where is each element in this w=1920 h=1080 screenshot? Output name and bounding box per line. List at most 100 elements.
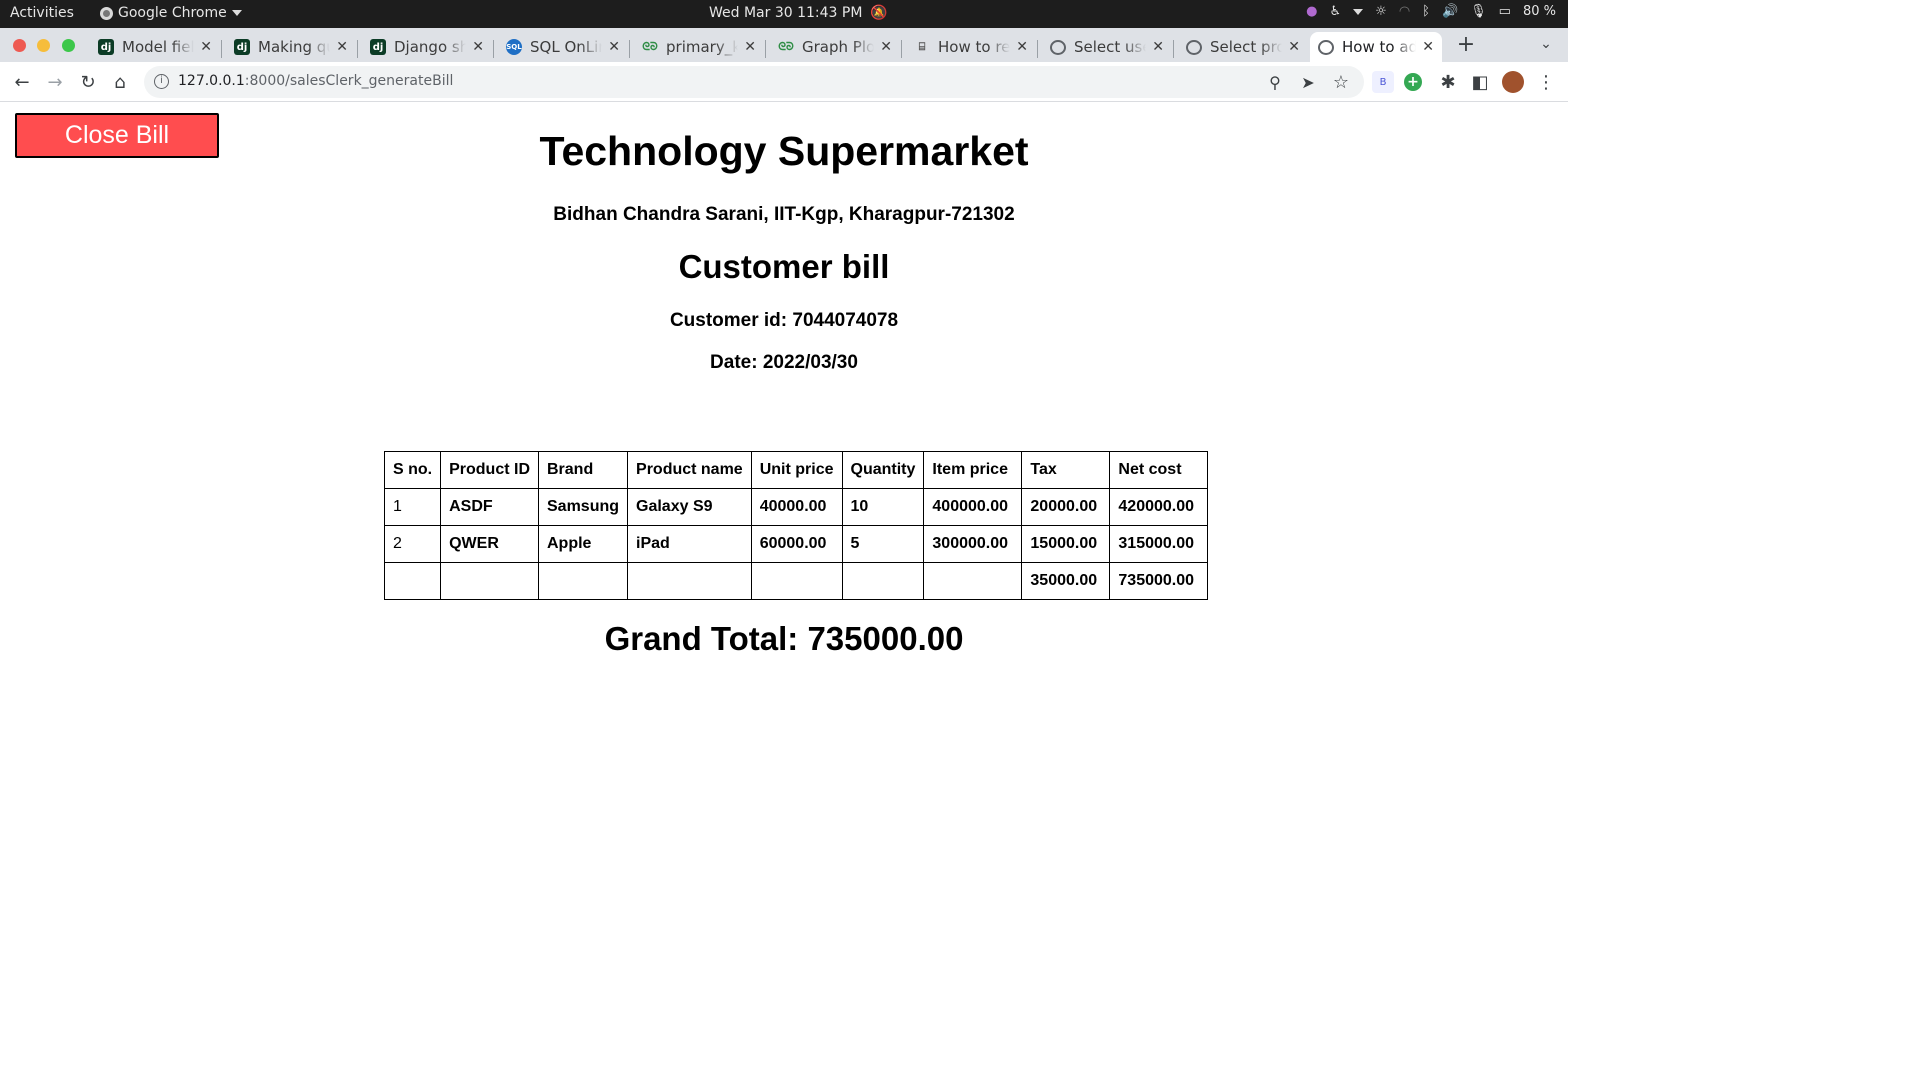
close-icon[interactable]: ✕	[472, 39, 484, 55]
table-cell: 40000.00	[750, 488, 843, 526]
table-cell: 10	[841, 488, 925, 526]
grand-total: Grand Total: 735000.00	[604, 620, 964, 657]
window-close-button[interactable]	[13, 39, 26, 52]
table-cell: Galaxy S9	[627, 488, 752, 526]
close-icon[interactable]: ✕	[336, 39, 348, 55]
site-info-icon[interactable]: i	[154, 74, 169, 89]
table-cell: 15000.00	[1021, 525, 1111, 563]
system-tray[interactable]: ● ♿ ☼ ◠ ᛒ 🔊 🎙 ▭ 80 %	[1306, 4, 1556, 19]
table-cell: Samsung	[537, 488, 629, 526]
side-panel-icon[interactable]: ◧	[1469, 71, 1491, 93]
globe-icon	[1050, 39, 1066, 55]
sql-icon: SQL	[506, 39, 522, 55]
table-cell: 300000.00	[923, 525, 1023, 563]
bookmark-star-icon[interactable]: ☆	[1330, 71, 1352, 93]
table-row: 1 ASDF Samsung Galaxy S9 40000.00 10 400…	[383, 488, 1209, 526]
close-icon[interactable]: ✕	[744, 39, 756, 55]
tab-django-shell[interactable]: dj Django sh ✕	[362, 32, 492, 62]
close-icon[interactable]: ✕	[1288, 39, 1300, 55]
extension-b-icon[interactable]: B	[1372, 71, 1394, 93]
page-content: Close Bill Technology Supermarket Bidhan…	[0, 102, 1568, 882]
notifications-off-icon: 🔕	[870, 5, 888, 21]
tab-divider	[357, 40, 358, 58]
address-bar[interactable]: i 127.0.0.1:8000/salesClerk_generateBill…	[144, 66, 1364, 98]
store-address: Bidhan Chandra Sarani, IIT-Kgp, Kharagpu…	[553, 204, 1015, 225]
table-cell: 420000.00	[1109, 488, 1209, 526]
column-header: Item price	[923, 451, 1023, 489]
datetime-text: Wed Mar 30 11:43 PM	[709, 5, 863, 21]
bill-date: Date: 2022/03/30	[710, 352, 858, 373]
tab-title: Select pro	[1210, 38, 1283, 56]
table-cell: 1	[383, 488, 442, 526]
tab-graph-plot[interactable]: ᘓᘐ Graph Plo ✕	[770, 32, 900, 62]
table-totals-row: 35000.00 735000.00	[383, 562, 1209, 600]
tab-how-to-re[interactable]: ⌸ How to re ✕	[906, 32, 1036, 62]
reload-button[interactable]: ↻	[77, 71, 99, 93]
tab-making-queries[interactable]: dj Making qu ✕	[226, 32, 356, 62]
table-row: 2 QWER Apple iPad 60000.00 5 300000.00 1…	[383, 525, 1209, 563]
send-to-device-icon[interactable]: ➤	[1297, 71, 1319, 93]
table-cell: 2	[383, 525, 442, 563]
table-cell	[841, 562, 925, 600]
table-cell: iPad	[627, 525, 752, 563]
chrome-icon	[100, 6, 113, 20]
bluetooth-icon: ᛒ	[1422, 4, 1430, 19]
tab-how-to-ad-active[interactable]: How to ad ✕	[1310, 32, 1442, 62]
tab-model-field[interactable]: dj Model fiel ✕	[90, 32, 220, 62]
tab-sql-online[interactable]: SQL SQL OnLin ✕	[498, 32, 628, 62]
tab-select-pro[interactable]: Select pro ✕	[1178, 32, 1308, 62]
extensions-puzzle-icon[interactable]: ✱	[1437, 71, 1459, 93]
table-cell: ASDF	[440, 488, 539, 526]
tab-search-button[interactable]: ⌄	[1535, 33, 1557, 55]
chart-icon: ⌸	[918, 40, 926, 53]
column-header: Brand	[537, 451, 629, 489]
home-button[interactable]: ⌂	[109, 71, 131, 93]
accessibility-icon: ♿	[1329, 4, 1342, 19]
close-icon[interactable]: ✕	[608, 39, 620, 55]
store-name: Technology Supermarket	[539, 128, 1029, 174]
column-header: Product name	[627, 451, 752, 489]
table-cell	[627, 562, 752, 600]
zoom-icon[interactable]: ⚲	[1264, 71, 1286, 93]
close-icon[interactable]: ✕	[1016, 39, 1028, 55]
activities-button[interactable]: Activities	[10, 5, 74, 21]
extension-plus-icon[interactable]: +	[1404, 73, 1422, 91]
new-tab-button[interactable]: +	[1455, 32, 1477, 57]
table-cell	[750, 562, 843, 600]
bill-table: S no. Product ID Brand Product name Unit…	[383, 451, 1209, 600]
table-cell	[440, 562, 539, 600]
back-button[interactable]: ←	[11, 71, 33, 93]
extension-indicator-icon: ●	[1306, 4, 1318, 19]
tab-divider	[221, 40, 222, 58]
forward-button[interactable]: →	[44, 71, 66, 93]
column-header: S no.	[383, 451, 442, 489]
globe-icon	[1186, 39, 1202, 55]
close-icon[interactable]: ✕	[1422, 39, 1434, 55]
chevron-down-icon	[1353, 8, 1364, 15]
column-header: Product ID	[440, 451, 539, 489]
django-icon: dj	[370, 39, 386, 55]
volume-icon: 🔊	[1441, 4, 1459, 19]
battery-icon: ▭	[1498, 4, 1511, 19]
url-path: :8000/salesClerk_generateBill	[244, 73, 454, 89]
close-icon[interactable]: ✕	[1152, 39, 1164, 55]
window-minimize-button[interactable]	[37, 39, 50, 52]
geeksforgeeks-icon: ᘓᘐ	[642, 40, 658, 53]
tab-divider	[493, 40, 494, 58]
tab-strip: dj Model fiel ✕ dj Making qu ✕ dj Django…	[0, 28, 1568, 62]
close-icon[interactable]: ✕	[200, 39, 212, 55]
browser-toolbar: ← → ↻ ⌂ i 127.0.0.1:8000/salesClerk_gene…	[0, 62, 1568, 102]
clock[interactable]: Wed Mar 30 11:43 PM 🔕	[709, 5, 888, 21]
table-header-row: S no. Product ID Brand Product name Unit…	[383, 451, 1209, 489]
table-cell	[383, 562, 442, 600]
tab-select-use[interactable]: Select use ✕	[1042, 32, 1172, 62]
kebab-menu-icon[interactable]: ⋮	[1535, 71, 1557, 93]
tab-primary-key[interactable]: ᘓᘐ primary_k ✕	[634, 32, 764, 62]
window-maximize-button[interactable]	[62, 39, 75, 52]
close-icon[interactable]: ✕	[880, 39, 892, 55]
url-text[interactable]: 127.0.0.1:8000/salesClerk_generateBill	[178, 73, 453, 89]
app-menu[interactable]: Google Chrome	[100, 5, 242, 21]
table-cell	[537, 562, 629, 600]
avatar[interactable]	[1502, 71, 1524, 93]
table-cell: Apple	[537, 525, 629, 563]
